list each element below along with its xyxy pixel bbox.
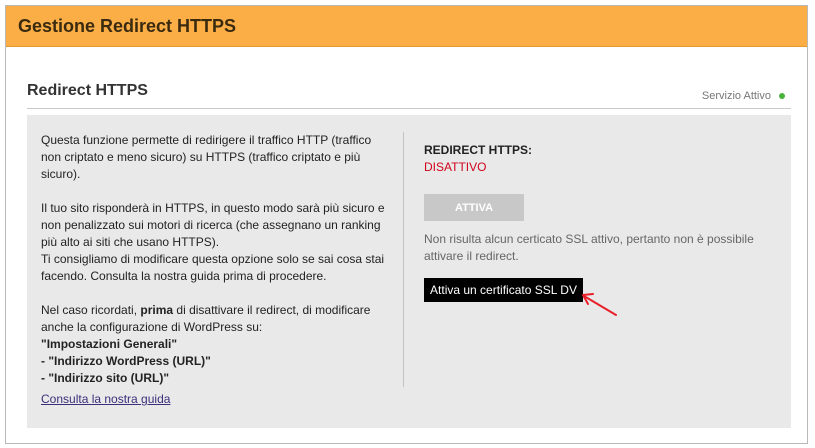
ssl-note: Non risulta alcun certicato SSL attivo, … — [424, 232, 754, 263]
info-paragraph-3: Ti consigliamo di modificare questa opzi… — [41, 252, 385, 283]
info-column: Questa funzione permette di redirigere i… — [41, 132, 391, 387]
column-divider — [403, 132, 404, 387]
section-divider — [27, 108, 791, 109]
info-p4-bold: prima — [140, 303, 174, 317]
page-title: Gestione Redirect HTTPS — [18, 16, 237, 36]
red-arrow-icon — [582, 293, 617, 316]
redirect-label: REDIRECT HTTPS: — [424, 143, 532, 157]
guide-link[interactable]: Consulta la nostra guida — [41, 392, 170, 406]
page-header: Gestione Redirect HTTPS — [6, 6, 807, 47]
section-title: Redirect HTTPS — [27, 82, 148, 99]
redirect-panel: Questa funzione permette di redirigere i… — [27, 115, 791, 428]
status-dot-icon — [779, 93, 785, 99]
service-status-label: Servizio Attivo — [701, 90, 771, 102]
service-status: Servizio Attivo — [702, 90, 785, 102]
redirect-state: DISATTIVO — [424, 160, 487, 174]
main-window: Gestione Redirect HTTPS Redirect HTTPS S… — [5, 5, 808, 444]
activate-button[interactable]: ATTIVA — [424, 194, 524, 221]
settings-item: - "Indirizzo WordPress (URL)" — [41, 354, 211, 368]
info-paragraph-2: Il tuo sito risponderà in HTTPS, in ques… — [41, 201, 385, 249]
info-paragraph-1: Questa funzione permette di redirigere i… — [41, 133, 372, 181]
info-p4-before: Nel caso ricordati, — [41, 303, 141, 317]
settings-item: - "Indirizzo sito (URL)" — [41, 371, 170, 385]
activate-ssl-button[interactable]: Attiva un certificato SSL DV — [424, 278, 583, 302]
info-paragraph-4: Nel caso ricordati, prima di disattivare… — [41, 302, 391, 336]
settings-item: "Impostazioni Generali" — [41, 337, 178, 351]
